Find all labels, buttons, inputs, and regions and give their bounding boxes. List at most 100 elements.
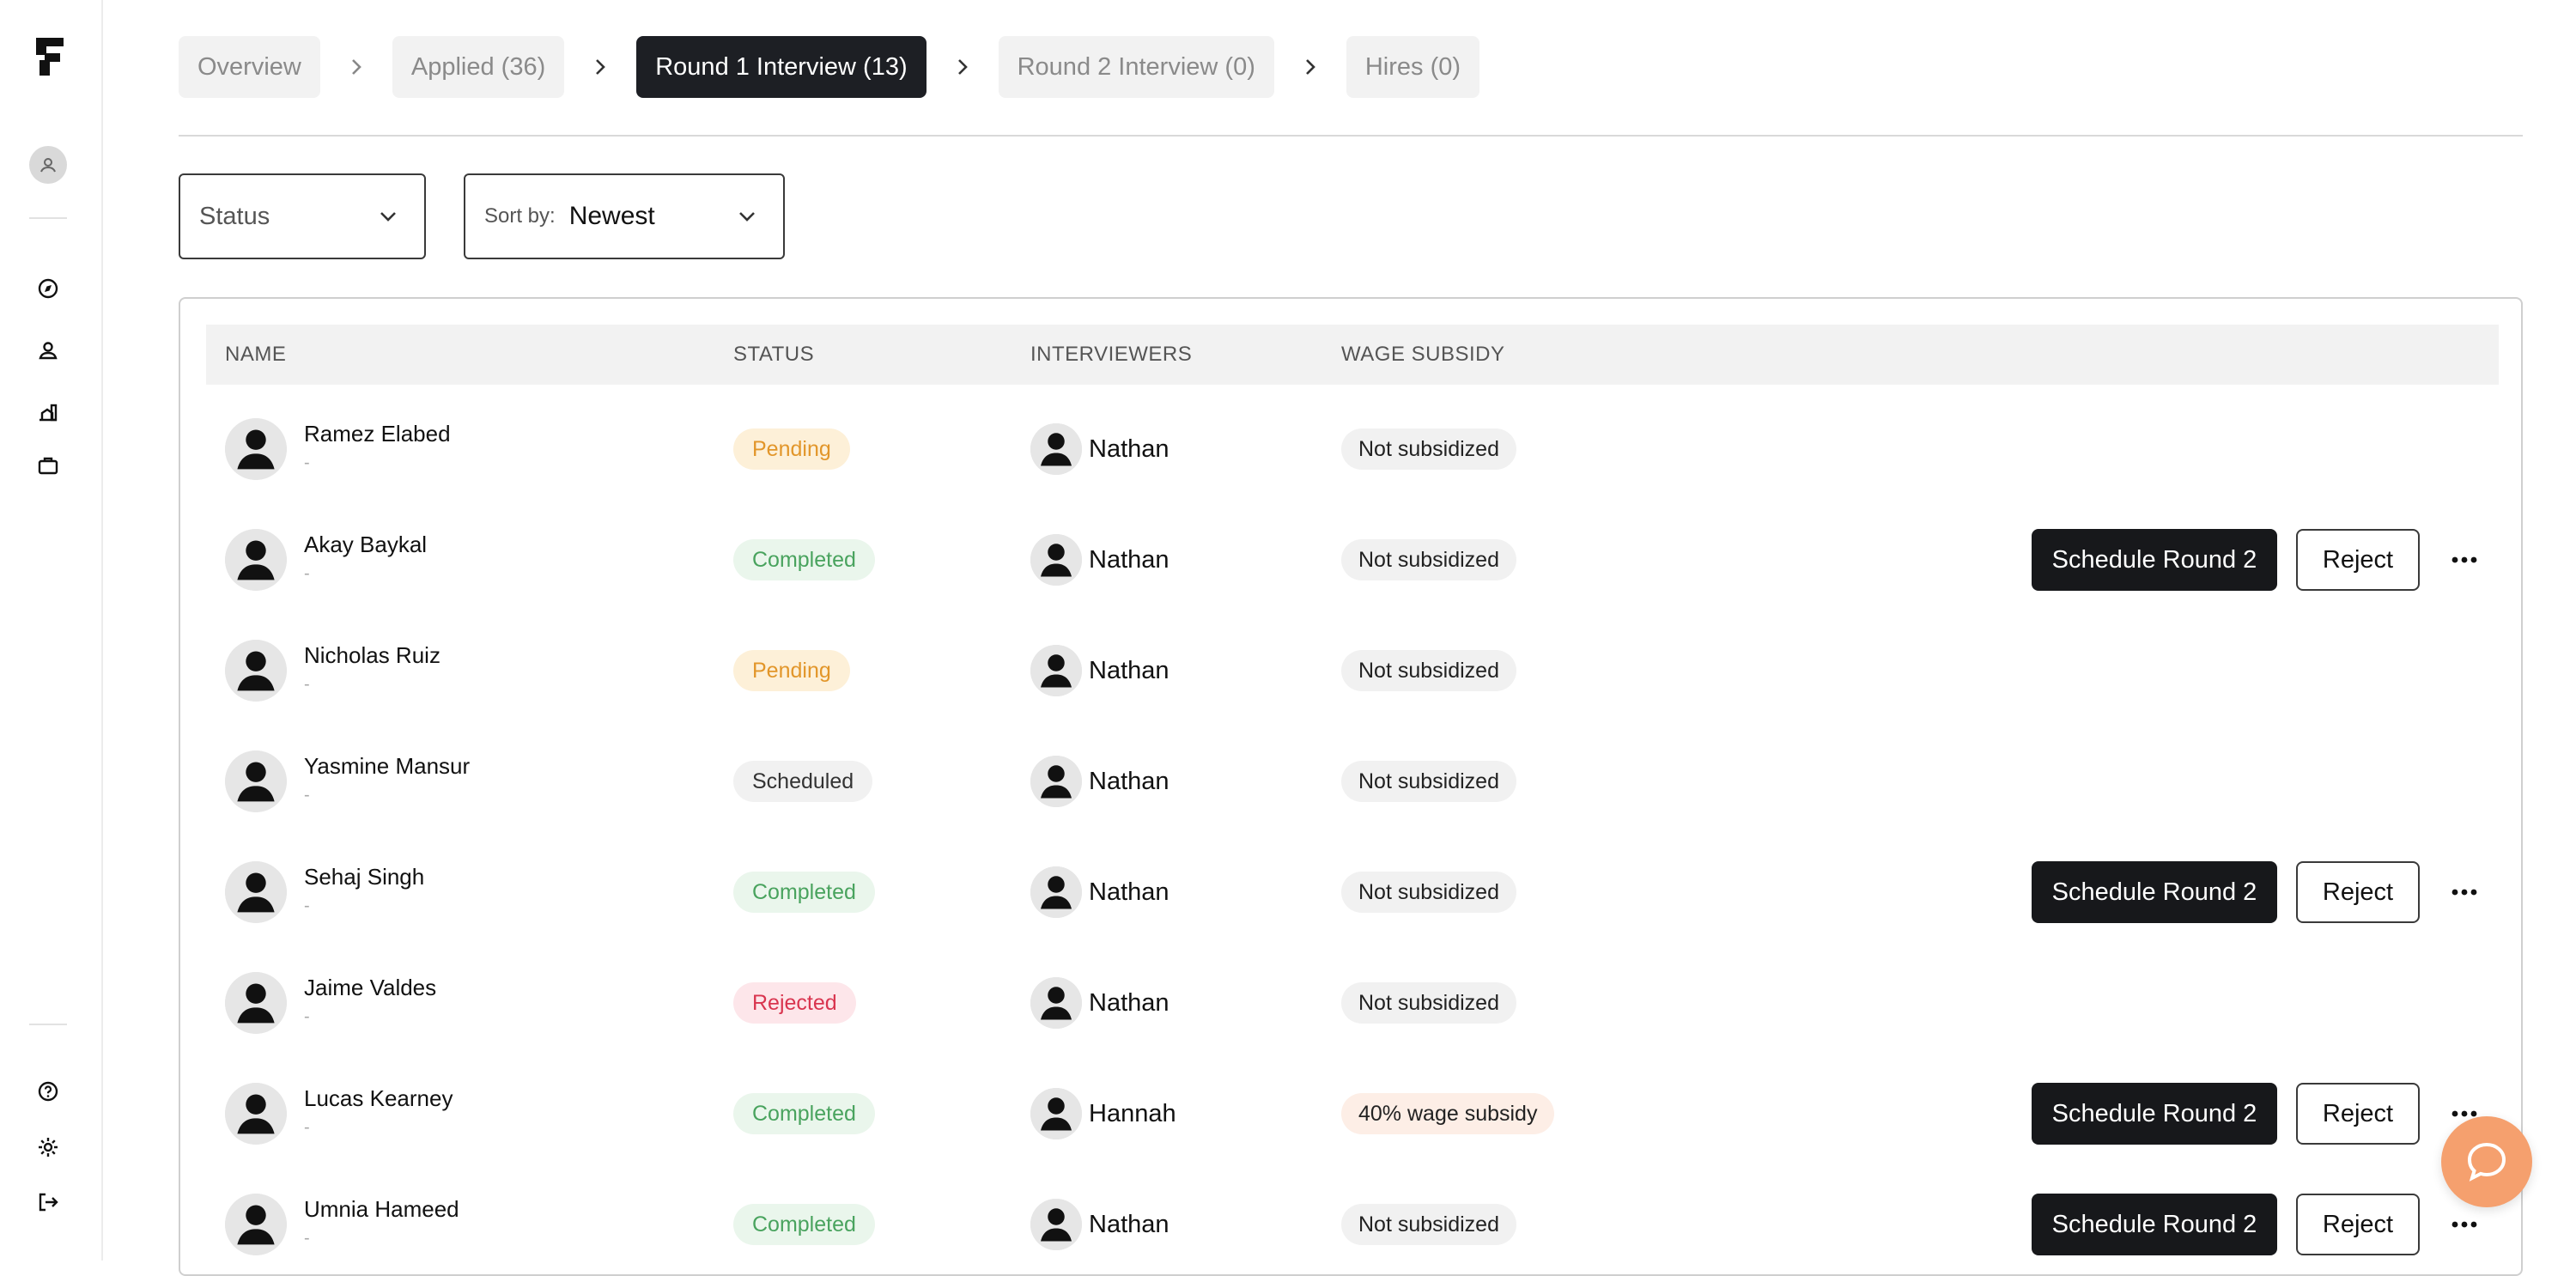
status-filter-select[interactable]: Status (179, 173, 426, 259)
wage-subsidy-badge: Not subsidized (1341, 761, 1516, 802)
jobs-icon[interactable] (36, 453, 60, 477)
status-badge: Completed (733, 872, 875, 913)
sort-select[interactable]: Sort by: Newest (464, 173, 785, 259)
reject-button[interactable]: Reject (2296, 529, 2420, 591)
status-badge: Pending (733, 428, 850, 470)
candidate-subtitle: - (304, 1229, 310, 1248)
column-header-name: NAME (225, 343, 287, 366)
candidate-name[interactable]: Umnia Hameed (304, 1196, 459, 1223)
candidate-name[interactable]: Lucas Kearney (304, 1085, 453, 1112)
status-badge: Pending (733, 650, 850, 691)
interviewer-name: Nathan (1089, 656, 1170, 684)
chevron-right-icon (320, 58, 392, 76)
more-options-icon[interactable] (2449, 548, 2480, 572)
wage-subsidy-badge: Not subsidized (1341, 872, 1516, 913)
person-icon (1030, 534, 1082, 586)
analytics-icon[interactable] (36, 400, 60, 424)
stage-overview[interactable]: Overview (179, 36, 320, 98)
main-content: Overview Applied (36) Round 1 Interview … (179, 0, 2523, 1276)
table-row[interactable]: Lucas Kearney - Completed Hannah 40% wage su… (206, 1049, 2499, 1160)
schedule-round-2-button[interactable]: Schedule Round 2 (2032, 529, 2277, 591)
candidate-subtitle: - (304, 564, 310, 583)
stage-round2-interview[interactable]: Round 2 Interview (0) (998, 36, 1274, 98)
table-row[interactable]: Nicholas Ruiz - Pending Nathan Not subsidize… (206, 606, 2499, 717)
table-header: NAME STATUS INTERVIEWERS WAGE SUBSIDY (206, 325, 2499, 385)
candidate-name[interactable]: Jaime Valdes (304, 975, 436, 1001)
interviewer-name: Nathan (1089, 545, 1170, 574)
column-header-interviewers: INTERVIEWERS (1030, 343, 1193, 366)
candidate-subtitle: - (304, 1007, 310, 1026)
candidates-icon[interactable] (36, 338, 60, 362)
wage-subsidy-badge: Not subsidized (1341, 982, 1516, 1024)
column-header-status: STATUS (733, 343, 815, 366)
person-icon (1030, 645, 1082, 696)
candidate-subtitle: - (304, 896, 310, 915)
table-row[interactable]: Jaime Valdes - Rejected Nathan Not subsidize… (206, 939, 2499, 1049)
chevron-down-icon (737, 206, 757, 231)
candidate-name[interactable]: Sehaj Singh (304, 864, 424, 890)
interviewer: Nathan (1030, 423, 1170, 475)
candidates-table: NAME STATUS INTERVIEWERS WAGE SUBSIDY Ra… (179, 297, 2523, 1276)
reject-button[interactable]: Reject (2296, 1194, 2420, 1255)
chevron-down-icon (378, 206, 398, 231)
interviewer: Nathan (1030, 756, 1170, 807)
interviewer: Nathan (1030, 1199, 1170, 1250)
avatar (225, 640, 287, 702)
status-badge: Completed (733, 1204, 875, 1245)
interviewer-name: Hannah (1089, 1099, 1176, 1127)
stage-round1-interview[interactable]: Round 1 Interview (13) (636, 36, 927, 98)
status-badge: Completed (733, 539, 875, 580)
profile-icon[interactable] (29, 146, 67, 184)
wage-subsidy-badge: Not subsidized (1341, 539, 1516, 580)
chat-support-button[interactable] (2441, 1116, 2532, 1207)
logo-icon[interactable] (33, 34, 67, 79)
more-options-icon[interactable] (2449, 1212, 2480, 1237)
candidate-name[interactable]: Yasmine Mansur (304, 753, 470, 780)
status-badge: Scheduled (733, 761, 873, 802)
sort-prefix-label: Sort by: (484, 204, 556, 228)
candidate-name[interactable]: Akay Baykal (304, 532, 427, 558)
avatar (225, 1194, 287, 1255)
sidebar-divider-bottom (29, 1024, 67, 1025)
help-icon[interactable] (36, 1079, 60, 1103)
schedule-round-2-button[interactable]: Schedule Round 2 (2032, 1194, 2277, 1255)
candidate-subtitle: - (304, 453, 310, 472)
person-icon (1030, 756, 1082, 807)
sidebar-divider (29, 217, 67, 219)
schedule-round-2-button[interactable]: Schedule Round 2 (2032, 861, 2277, 923)
interviewer-name: Nathan (1089, 988, 1170, 1017)
schedule-round-2-button[interactable]: Schedule Round 2 (2032, 1083, 2277, 1145)
status-badge: Completed (733, 1093, 875, 1134)
table-row[interactable]: Yasmine Mansur - Scheduled Nathan Not subsid… (206, 717, 2499, 828)
avatar (225, 861, 287, 923)
table-row[interactable]: Umnia Hameed - Completed Nathan Not subsidiz… (206, 1160, 2499, 1271)
interviewer-name: Nathan (1089, 1210, 1170, 1238)
status-badge: Rejected (733, 982, 856, 1024)
settings-icon[interactable] (36, 1135, 60, 1159)
stage-hires[interactable]: Hires (0) (1346, 36, 1480, 98)
candidate-name[interactable]: Ramez Elabed (304, 421, 451, 447)
sort-value: Newest (568, 202, 655, 230)
interviewer: Nathan (1030, 534, 1170, 586)
avatar (225, 1083, 287, 1145)
chevron-right-icon (1274, 58, 1346, 76)
interviewer: Nathan (1030, 977, 1170, 1029)
reject-button[interactable]: Reject (2296, 861, 2420, 923)
person-icon (1030, 1199, 1082, 1250)
candidate-subtitle: - (304, 675, 310, 694)
candidate-name[interactable]: Nicholas Ruiz (304, 642, 440, 669)
logout-icon[interactable] (36, 1190, 60, 1214)
more-options-icon[interactable] (2449, 880, 2480, 904)
stage-applied[interactable]: Applied (36) (392, 36, 565, 98)
table-row[interactable]: Akay Baykal - Completed Nathan Not subsidize… (206, 495, 2499, 606)
interviewer: Hannah (1030, 1088, 1176, 1139)
chat-bubble-icon (2467, 1142, 2506, 1182)
explore-icon[interactable] (36, 276, 60, 301)
interviewer: Nathan (1030, 645, 1170, 696)
reject-button[interactable]: Reject (2296, 1083, 2420, 1145)
interviewer-name: Nathan (1089, 878, 1170, 906)
table-row[interactable]: Sehaj Singh - Completed Nathan Not subsidize… (206, 828, 2499, 939)
interviewer: Nathan (1030, 866, 1170, 918)
table-row[interactable]: Ramez Elabed - Pending Nathan Not subsidized (206, 385, 2499, 495)
divider (179, 135, 2523, 137)
